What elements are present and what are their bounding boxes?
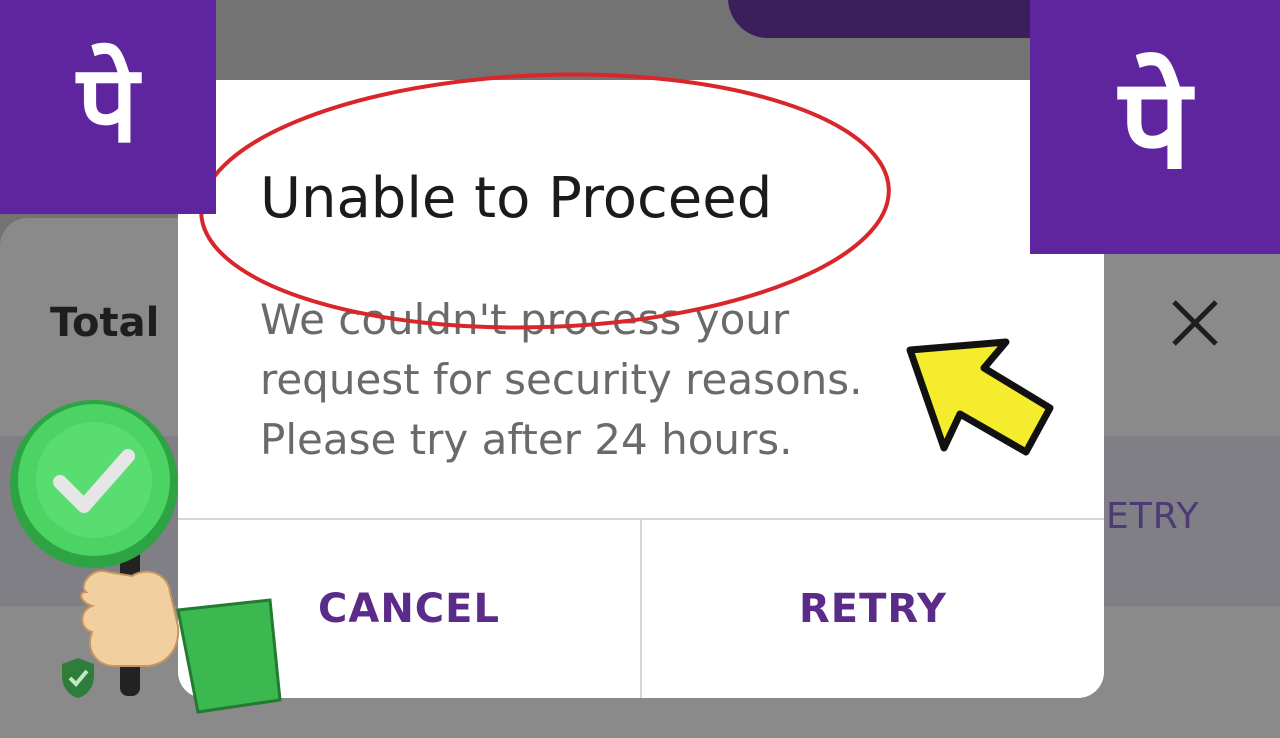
svg-text:पे: पे <box>1117 50 1195 197</box>
phonepe-logo-left: पे <box>0 0 216 214</box>
svg-text:पे: पे <box>75 42 142 167</box>
phonepe-logo-right: पे <box>1030 0 1280 254</box>
highlight-ellipse <box>199 72 891 330</box>
close-icon[interactable] <box>1168 296 1222 350</box>
pe-glyph-icon: पे <box>1117 50 1195 197</box>
background-retry-button[interactable]: ETRY <box>1106 496 1199 537</box>
checkmark-sign-icon <box>10 400 282 714</box>
pointer-arrow-icon <box>906 338 1054 456</box>
background-total-label: Total <box>50 300 160 346</box>
pe-glyph-icon: पे <box>75 42 142 167</box>
retry-button[interactable]: RETRY <box>642 520 1104 698</box>
